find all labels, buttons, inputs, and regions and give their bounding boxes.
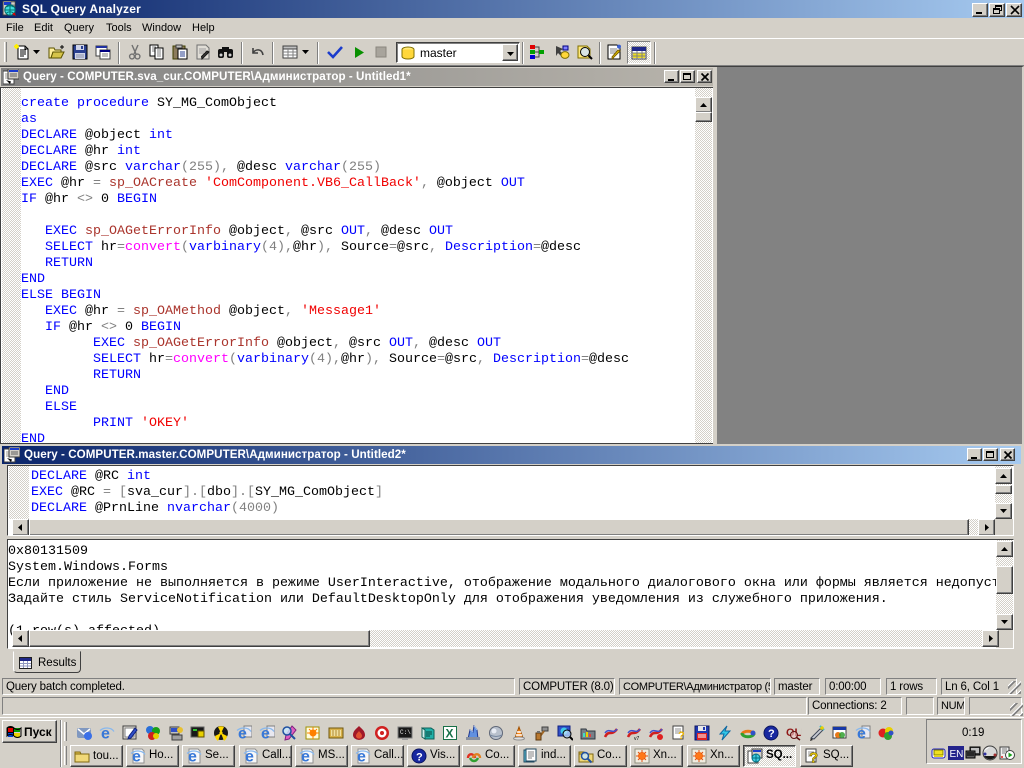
svg-text:X: X xyxy=(446,727,454,741)
svg-text:?: ? xyxy=(678,730,685,741)
svg-text:v7: v7 xyxy=(634,736,640,741)
svg-text:?: ? xyxy=(809,750,818,765)
svg-text:C:\: C:\ xyxy=(400,729,411,736)
svg-text:?: ? xyxy=(768,728,775,740)
svg-text:EN: EN xyxy=(950,749,964,760)
svg-text:?: ? xyxy=(416,752,423,764)
